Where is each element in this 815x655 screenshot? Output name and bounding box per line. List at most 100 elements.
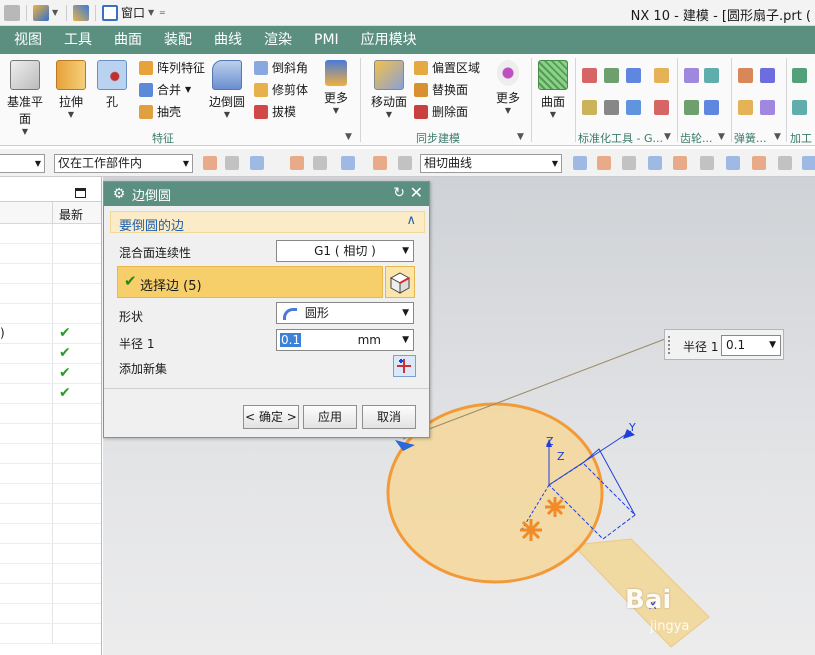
selection-tool-icon[interactable] <box>622 156 636 170</box>
selection-tool-icon[interactable] <box>313 156 327 170</box>
apply-button[interactable]: 应用 <box>303 405 357 429</box>
menu-tab-5[interactable]: 渲染 <box>253 26 303 54</box>
tool-icon[interactable] <box>760 100 775 115</box>
curve-rule-select[interactable]: 相切曲线 ▼ <box>420 154 562 173</box>
tool-icon[interactable] <box>704 68 719 83</box>
group-expand-icon[interactable]: ▼ <box>517 132 524 142</box>
tool-icon[interactable] <box>792 68 807 83</box>
selection-tool-icon[interactable] <box>573 156 587 170</box>
navigator-row[interactable]: ✔ <box>0 344 101 364</box>
navigator-row[interactable] <box>0 464 101 484</box>
navigator-row[interactable] <box>0 584 101 604</box>
tool-icon[interactable] <box>738 100 753 115</box>
tool-icon[interactable] <box>792 100 807 115</box>
tool-icon[interactable] <box>654 100 669 115</box>
group-expand-icon[interactable]: ▼ <box>718 132 725 142</box>
navigator-row[interactable] <box>0 484 101 504</box>
tool-icon[interactable] <box>626 100 641 115</box>
ok-button[interactable]: < 确定 > <box>243 405 299 429</box>
floating-radius-field[interactable]: 0.1 ▼ <box>721 335 781 356</box>
navigator-row[interactable] <box>0 304 101 324</box>
part-box-icon[interactable] <box>33 4 49 21</box>
navigator-row[interactable] <box>0 224 101 244</box>
replace-face-button[interactable]: 替换面 <box>414 81 468 98</box>
tool-icon[interactable] <box>604 100 619 115</box>
navigator-row[interactable] <box>0 524 101 544</box>
navigator-row[interactable]: ✔ <box>0 384 101 404</box>
chevron-down-icon[interactable]: ▼ <box>52 8 60 17</box>
group-expand-icon[interactable]: ▼ <box>664 132 671 142</box>
menu-tab-7[interactable]: 应用模块 <box>350 26 428 54</box>
menu-tab-1[interactable]: 工具 <box>53 26 103 54</box>
select-edge-button[interactable] <box>385 266 415 298</box>
selection-tool-icon[interactable] <box>373 156 387 170</box>
shape-select[interactable]: 圆形 ▼ <box>276 302 414 324</box>
menu-tab-3[interactable]: 装配 <box>153 26 203 54</box>
navigator-row[interactable] <box>0 264 101 284</box>
selection-tool-icon[interactable] <box>398 156 412 170</box>
pencil-icon[interactable] <box>73 4 89 21</box>
group-expand-icon[interactable]: ▼ <box>345 132 352 142</box>
add-new-set-button[interactable] <box>393 355 416 377</box>
edge-blend-button[interactable]: 边倒圆 ▼ <box>207 60 247 120</box>
type-filter-select[interactable]: ▼ <box>0 154 45 173</box>
navigator-row[interactable]: ) ✔ <box>0 324 101 344</box>
reset-icon[interactable]: ↻ <box>393 185 405 201</box>
blend-continuity-select[interactable]: G1 ( 相切 ) ▼ <box>276 240 414 262</box>
trim-body-button[interactable]: 修剪体 <box>254 81 308 98</box>
navigator-row[interactable] <box>0 424 101 444</box>
tool-icon[interactable] <box>604 68 619 83</box>
selection-tool-icon[interactable] <box>752 156 766 170</box>
tool-icon[interactable] <box>582 68 597 83</box>
tool-icon[interactable] <box>684 100 699 115</box>
menu-tab-4[interactable]: 曲线 <box>203 26 253 54</box>
tool-icon[interactable] <box>738 68 753 83</box>
offset-region-button[interactable]: 偏置区域 <box>414 59 480 76</box>
tool-icon[interactable] <box>684 68 699 83</box>
navigator-row[interactable] <box>0 564 101 584</box>
selection-tool-icon[interactable] <box>778 156 792 170</box>
selection-tool-icon[interactable] <box>203 156 217 170</box>
window-menu[interactable]: 窗口 ▼ = <box>102 4 167 21</box>
tool-icon[interactable] <box>654 68 669 83</box>
selection-tool-icon[interactable] <box>341 156 355 170</box>
navigator-row[interactable] <box>0 244 101 264</box>
navigator-row[interactable] <box>0 404 101 424</box>
customize-icon[interactable]: = <box>159 8 167 17</box>
close-icon[interactable]: ✕ <box>410 183 423 202</box>
scope-filter-select[interactable]: 仅在工作部件内 ▼ <box>54 154 193 173</box>
menu-tab-0[interactable]: 视图 <box>0 26 53 54</box>
extrude-button[interactable]: 拉伸 ▼ <box>53 60 89 120</box>
menu-tab-2[interactable]: 曲面 <box>103 26 153 54</box>
navigator-row[interactable] <box>0 624 101 644</box>
chamfer-button[interactable]: 倒斜角 <box>254 59 308 76</box>
menu-tab-6[interactable]: PMI <box>303 26 350 54</box>
selection-tool-icon[interactable] <box>802 156 815 170</box>
selection-tool-icon[interactable] <box>597 156 611 170</box>
maximize-icon[interactable] <box>75 188 86 198</box>
dialog-title-bar[interactable]: ⚙ 边倒圆 ↻ ✕ <box>104 182 429 206</box>
selection-tool-icon[interactable] <box>225 156 239 170</box>
tool-icon[interactable] <box>704 100 719 115</box>
navigator-row[interactable] <box>0 604 101 624</box>
selection-tool-icon[interactable] <box>648 156 662 170</box>
selection-tool-icon[interactable] <box>673 156 687 170</box>
navigator-row[interactable] <box>0 544 101 564</box>
pattern-feature-button[interactable]: 阵列特征 <box>139 59 205 76</box>
hole-button[interactable]: 孔 <box>95 60 129 110</box>
group-expand-icon[interactable]: ▼ <box>774 132 781 142</box>
select-edge-row[interactable]: ✔ 选择边 (5) <box>117 266 383 298</box>
tool-icon[interactable] <box>582 100 597 115</box>
navigator-row[interactable] <box>0 444 101 464</box>
surface-button[interactable]: 曲面 ▼ <box>536 60 570 120</box>
shell-button[interactable]: 抽壳 <box>139 103 181 120</box>
navigator-row[interactable] <box>0 284 101 304</box>
edges-section-header[interactable]: 要倒圆的边 ∧ <box>110 211 425 234</box>
sync-more-button[interactable]: 更多 ▼ <box>492 60 524 116</box>
datum-plane-button[interactable]: 基准平面 ▼ <box>3 60 47 137</box>
draft-button[interactable]: 拔模 <box>254 103 296 120</box>
move-face-button[interactable]: 移动面 ▼ <box>368 60 410 120</box>
tool-icon[interactable] <box>760 68 775 83</box>
unite-button[interactable]: 合并 ▼ <box>139 81 191 98</box>
navigator-row[interactable]: ✔ <box>0 364 101 384</box>
